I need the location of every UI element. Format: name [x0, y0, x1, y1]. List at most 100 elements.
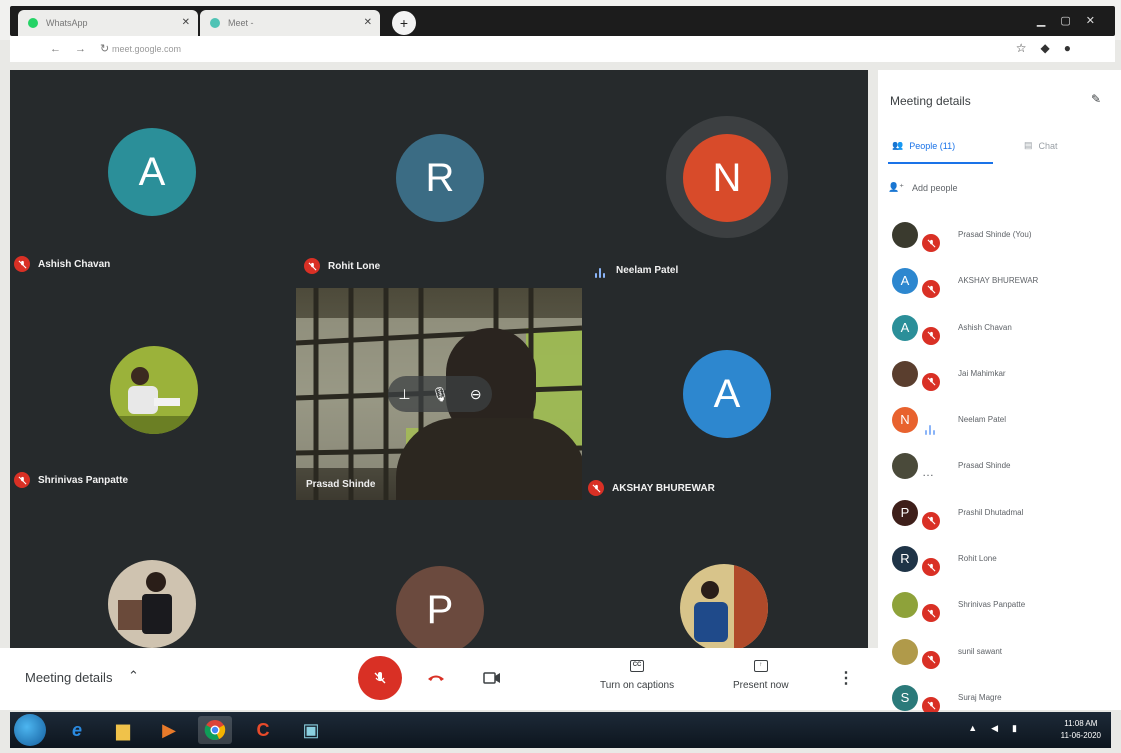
participant-name: Shrinivas Panpatte [38, 474, 129, 486]
mic-off-icon [588, 480, 604, 496]
participant-avatar [892, 592, 918, 619]
hang-up-button[interactable] [424, 666, 448, 690]
camera-toggle-button[interactable] [480, 666, 504, 690]
self-person-body [396, 418, 582, 500]
participant-row[interactable]: Shrinivas Panpatte [892, 588, 1112, 634]
participant-avatar: N [892, 407, 918, 434]
mic-off-icon [14, 472, 30, 488]
participant-name: Ashish Chavan [958, 322, 1012, 332]
add-people-button[interactable]: 👤⁺ Add people [888, 182, 958, 193]
participant-name: Neelam Patel [958, 415, 1007, 425]
participant-row[interactable]: sunil sawant [892, 635, 1112, 681]
participant-avatar: A [108, 128, 196, 216]
tab-whatsapp[interactable]: WhatsApp ✕ [18, 10, 198, 36]
participant-avatar: S [892, 684, 918, 711]
extension-icons[interactable]: ☆◆● [1016, 41, 1085, 55]
participant-list: Prasad Shinde (You) A AKSHAY BHUREWAR A Ashi… [892, 218, 1112, 727]
participant-avatar [892, 453, 918, 480]
screen: WhatsApp ✕ Meet - ✕ + ▁ ▢ ✕ ←→↻ meet.goo… [0, 0, 1121, 753]
chrome-icon[interactable] [198, 716, 232, 744]
captions-button[interactable]: CC Turn on captions [600, 660, 674, 691]
tab-chat-label: Chat [1038, 140, 1058, 151]
add-people-label: Add people [911, 182, 958, 193]
participant-name: Jai Mahimkar [958, 368, 1006, 378]
participant-row[interactable]: … Prasad Shinde [892, 449, 1112, 495]
participant-avatar: R [892, 546, 918, 573]
self-name: Prasad Shinde [306, 479, 376, 490]
participant-name: Ashish Chavan [38, 258, 111, 270]
participant-name: Prasad Shinde [958, 461, 1011, 471]
captions-icon: CC [630, 660, 645, 672]
participant-avatar: N [683, 134, 771, 222]
participant-name: sunil sawant [958, 646, 1003, 656]
edit-icon[interactable]: ✎ [1091, 92, 1101, 106]
participant-row[interactable]: Prasad Shinde (You) [892, 218, 1112, 264]
new-tab-button[interactable]: + [392, 11, 416, 35]
meeting-details-panel: Meeting details ✎ 👥 People (11) ▤ Chat 👤… [878, 70, 1121, 715]
participant-row[interactable]: R Rohit Lone [892, 542, 1112, 588]
participant-row[interactable]: N Neelam Patel [892, 403, 1112, 449]
remove-icon[interactable]: ⊖ [470, 386, 482, 403]
window-controls[interactable]: ▁ ▢ ✕ [1037, 14, 1101, 27]
ccleaner-icon[interactable]: C [246, 716, 280, 744]
tab-meet[interactable]: Meet - ✕ [200, 10, 380, 36]
captions-label: Turn on captions [600, 680, 675, 691]
url-text[interactable]: meet.google.com [112, 44, 181, 54]
participant-row[interactable]: P Prashil Dhutadmal [892, 496, 1112, 542]
participant-name-tag: Neelam Patel [592, 262, 678, 278]
mic-off-icon [922, 372, 940, 391]
participant-avatar [892, 222, 918, 248]
video-camera-icon [483, 672, 500, 684]
phone-hangup-icon [428, 675, 444, 681]
mic-off-icon [922, 650, 940, 669]
speaking-indicator-icon [922, 419, 940, 437]
participant-row[interactable]: A Ashish Chavan [892, 311, 1112, 357]
clock-time: 11:08 AM [1064, 719, 1098, 728]
mic-off-icon [922, 604, 940, 623]
self-view-video: ⊥ 🎙 ⊖ Prasad Shinde [296, 288, 582, 500]
participant-name: Shrinivas Panpatte [958, 600, 1026, 610]
clock[interactable]: 11:08 AM 11-06-2020 [1061, 718, 1101, 742]
people-icon: 👥 [892, 140, 904, 150]
participant-name: Suraj Magre [958, 692, 1002, 702]
participant-avatar [892, 360, 918, 387]
self-view-controls: ⊥ 🎙 ⊖ [388, 376, 492, 412]
meet-icon [210, 18, 220, 28]
participant-name-tag: Ashish Chavan [14, 256, 110, 272]
windows-taskbar: e ▆ ▶ C ▣ ▲◀▮ 11:08 AM 11-06-2020 [10, 712, 1111, 748]
mic-icon[interactable]: 🎙 [431, 386, 449, 403]
mic-off-icon [922, 558, 940, 577]
participant-name: Rohit Lone [958, 554, 997, 564]
participant-avatar: A [892, 314, 918, 341]
active-tab-indicator [888, 162, 993, 164]
participant-name: Rohit Lone [328, 260, 381, 272]
tab-people[interactable]: 👥 People (11) [892, 140, 955, 151]
add-person-icon: 👤⁺ [888, 182, 904, 192]
tab-title: Meet - [228, 18, 254, 28]
address-bar[interactable]: ←→↻ meet.google.com ☆◆● [10, 36, 1115, 62]
participant-avatar: P [396, 566, 484, 648]
chevron-up-icon[interactable]: ⌃ [128, 668, 139, 684]
participant-row[interactable]: A AKSHAY BHUREWAR [892, 264, 1112, 310]
mic-toggle-button[interactable] [358, 656, 402, 700]
mic-off-icon [374, 672, 386, 684]
participant-row[interactable]: Jai Mahimkar [892, 357, 1112, 403]
participant-avatar: P [892, 499, 918, 526]
close-icon[interactable]: ✕ [182, 17, 190, 28]
meeting-details-button[interactable]: Meeting details [25, 670, 112, 685]
tab-people-label: People (11) [909, 140, 956, 151]
media-player-icon[interactable]: ▶ [152, 716, 186, 744]
pin-icon[interactable]: ⊥ [398, 386, 410, 403]
tab-chat[interactable]: ▤ Chat [1024, 140, 1058, 151]
present-now-button[interactable]: ↑ Present now [733, 660, 789, 691]
tab-strip: WhatsApp ✕ Meet - ✕ + ▁ ▢ ✕ [10, 6, 1115, 36]
folder-icon[interactable]: ▆ [106, 716, 140, 744]
participant-name: Neelam Patel [616, 264, 679, 276]
system-tray[interactable]: ▲◀▮ [968, 723, 1031, 734]
start-button[interactable] [14, 714, 46, 746]
more-options-icon[interactable]: ⋮ [838, 668, 854, 688]
close-icon[interactable]: ✕ [364, 17, 372, 28]
internet-explorer-icon[interactable]: e [60, 716, 94, 744]
app-icon[interactable]: ▣ [294, 716, 328, 744]
tab-title: WhatsApp [46, 18, 88, 28]
